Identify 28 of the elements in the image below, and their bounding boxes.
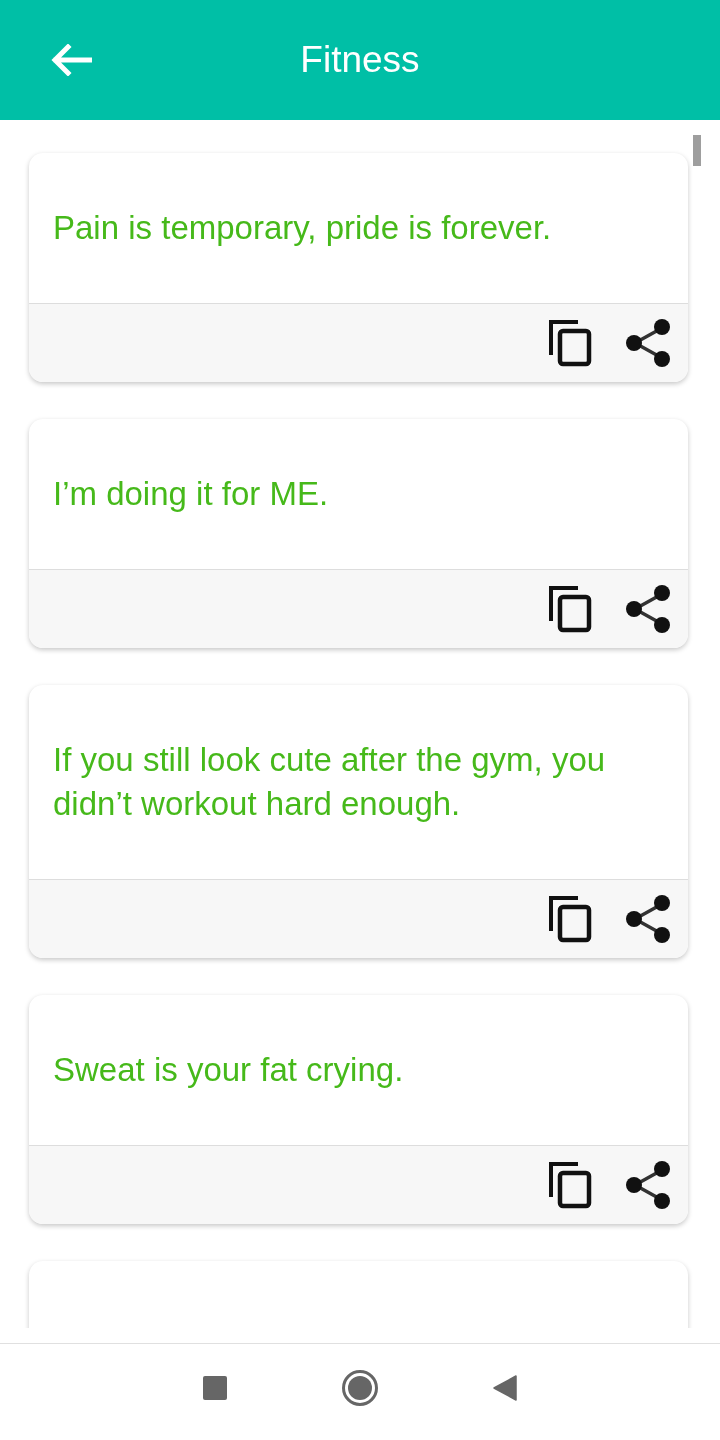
share-button[interactable] — [625, 1161, 671, 1209]
quote-text: If you still look cute after the gym, you didn’t workout hard enough. — [53, 740, 607, 824]
triangle-icon — [493, 1375, 517, 1401]
quote-text: I’m doing it for ME. — [53, 474, 330, 514]
copy-button[interactable] — [548, 895, 592, 943]
copy-icon — [548, 585, 592, 633]
back-arrow-icon — [50, 44, 92, 76]
quote-text: Sweat is your fat crying. — [53, 1050, 405, 1090]
share-icon — [625, 895, 671, 943]
share-icon — [625, 585, 671, 633]
copy-icon — [548, 319, 592, 367]
back-nav-button[interactable] — [493, 1375, 517, 1401]
copy-icon — [548, 1161, 592, 1209]
screen-title: Fitness — [300, 38, 420, 83]
home-button[interactable] — [342, 1370, 378, 1406]
share-icon — [625, 1161, 671, 1209]
copy-button[interactable] — [548, 585, 592, 633]
scrollbar-thumb — [693, 135, 701, 166]
share-button[interactable] — [625, 895, 671, 943]
share-button[interactable] — [625, 319, 671, 367]
copy-button[interactable] — [548, 1161, 592, 1209]
ring-circle-icon — [342, 1370, 378, 1406]
copy-button[interactable] — [548, 319, 592, 367]
share-icon — [625, 319, 671, 367]
quote-text: Pain is temporary, pride is forever. — [53, 208, 553, 248]
copy-icon — [548, 895, 592, 943]
share-button[interactable] — [625, 585, 671, 633]
square-icon — [203, 1376, 227, 1400]
